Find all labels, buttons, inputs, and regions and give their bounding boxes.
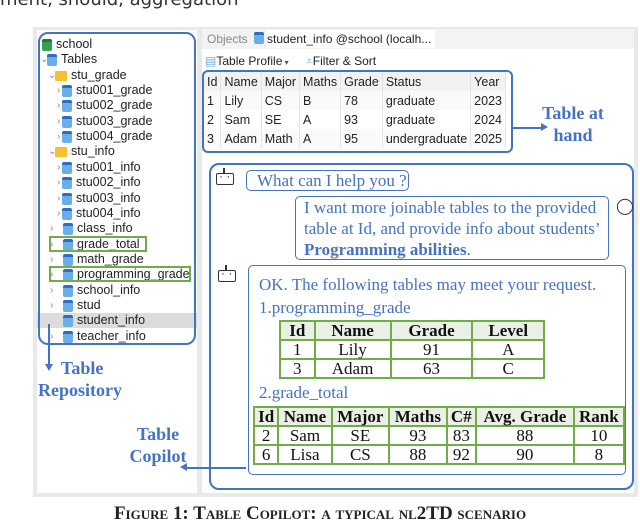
- user-message-end: .: [466, 240, 471, 259]
- table-cell: 90: [475, 444, 575, 465]
- label-line: Table at: [542, 103, 604, 123]
- column-header: Major: [330, 406, 391, 427]
- result-row: 1 Lily 91 A: [279, 339, 545, 360]
- column-header: Name: [313, 320, 392, 341]
- table-cell: 2: [252, 425, 280, 446]
- table-cell: C: [471, 358, 545, 379]
- table-cell: 88: [475, 425, 575, 446]
- table-cell: 1: [279, 339, 316, 360]
- table-cell: 8: [572, 444, 626, 465]
- column-header: Name: [277, 406, 333, 427]
- result-table-programming-grade: Id Name Grade Level 1 Lily 91 A 3 Adam 63 C: [279, 320, 545, 379]
- column-header: Maths: [388, 406, 448, 427]
- user-icon: ◯: [616, 198, 634, 215]
- table-icon: [254, 32, 264, 44]
- cropped-body-text: ment, should, aggregation: [0, 0, 239, 10]
- table-cell: 83: [445, 425, 478, 446]
- reply-intro: OK. The following tables may meet your r…: [259, 275, 597, 294]
- column-header: Id: [279, 320, 316, 341]
- table-cell: Lisa: [277, 444, 333, 465]
- table-cell: 63: [389, 358, 474, 379]
- filter-icon: ⩡: [306, 54, 313, 68]
- column-header: Grade: [389, 320, 474, 341]
- figure-caption: Figure 1: Table Copilot: a typical nl2TD…: [113, 503, 527, 524]
- column-header: C#: [445, 406, 478, 427]
- table-cell: CS: [330, 444, 391, 465]
- label-line: Repository: [38, 380, 122, 400]
- result-row: 6 Lisa CS 88 92 90 8: [252, 444, 626, 465]
- tab-student-info[interactable]: student_info @school (localh...: [267, 30, 436, 48]
- table-cell: 93: [388, 425, 448, 446]
- toolbar: ▤Table Profile ▾ ⩡Filter & Sort: [202, 52, 634, 70]
- tab-objects[interactable]: Objects: [207, 30, 248, 48]
- user-message-emphasis: Programming abilities: [304, 240, 467, 259]
- table-cell: 92: [445, 444, 478, 465]
- result-row: 3 Adam 63 C: [279, 358, 545, 379]
- label-table-copilot: Table Copilot: [118, 423, 198, 467]
- table-at-hand-outline: [202, 70, 513, 153]
- result1-title: 1.programming_grade: [259, 298, 411, 317]
- table-cell: 91: [389, 339, 474, 360]
- label-line: Table: [136, 424, 180, 444]
- table-profile-button[interactable]: ▤Table Profile ▾: [205, 52, 289, 72]
- bot-greeting-bubble: What can I help you ?: [246, 170, 409, 191]
- table-cell: 3: [279, 358, 316, 379]
- tab-bar: Objects student_info @school (localh...: [202, 29, 634, 49]
- table-profile-icon: ▤: [205, 54, 217, 68]
- table-cell: 88: [388, 444, 448, 465]
- table-repository-outline: [38, 32, 196, 345]
- label-line: Copilot: [129, 446, 187, 466]
- label-table-repository: Table Repository: [38, 357, 122, 401]
- user-message-bubble: I want more joinable tables to the provi…: [295, 196, 609, 260]
- column-header: Rank: [572, 406, 626, 427]
- table-cell: A: [471, 339, 545, 360]
- table-cell: Lily: [313, 339, 392, 360]
- bot-icon: [216, 168, 234, 185]
- user-message-text: I want more joinable tables to the provi…: [304, 198, 600, 238]
- label-table-at-hand: Table at hand: [533, 102, 613, 146]
- chevron-down-icon: ▾: [282, 58, 289, 67]
- table-cell: SE: [330, 425, 391, 446]
- column-header: Id: [252, 406, 280, 427]
- column-header: Level: [471, 320, 545, 341]
- table-cell: Adam: [313, 358, 392, 379]
- arrow-table-copilot: [186, 467, 246, 469]
- result-table-grade-total: Id Name Major Maths C# Avg. Grade Rank 2 Sam SE 93…: [252, 406, 626, 465]
- column-header: Avg. Grade: [475, 406, 575, 427]
- table-cell: 10: [572, 425, 626, 446]
- result2-title: 2.grade_total: [259, 383, 349, 402]
- label-line: hand: [553, 125, 593, 145]
- table-cell: Sam: [277, 425, 333, 446]
- table-cell: 6: [252, 444, 280, 465]
- bot-icon: [218, 265, 236, 282]
- label-line: Table: [61, 358, 104, 378]
- result-row: 2 Sam SE 93 83 88 10: [252, 425, 626, 446]
- filter-sort-button[interactable]: ⩡Filter & Sort: [306, 52, 376, 70]
